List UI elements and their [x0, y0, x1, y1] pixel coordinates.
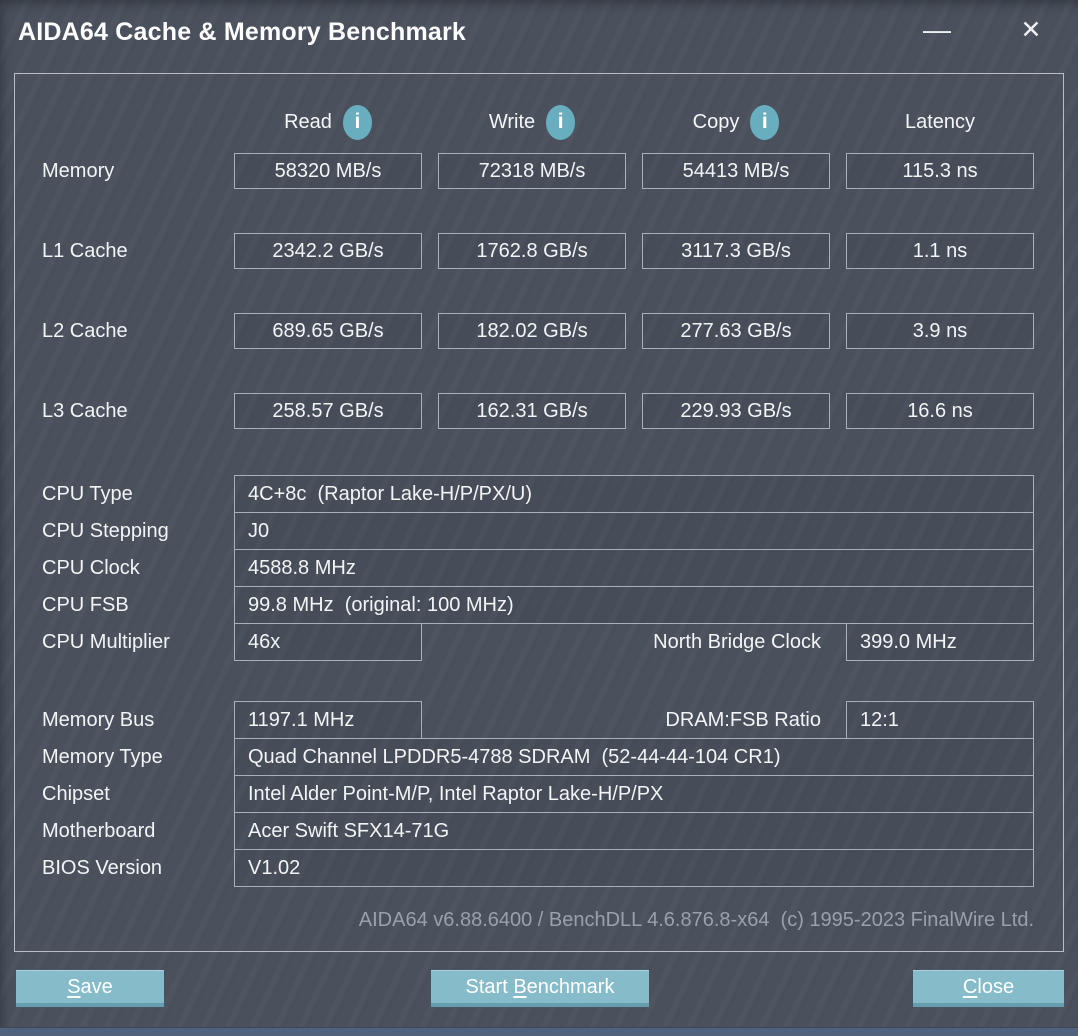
info-icon[interactable]: i — [750, 104, 780, 140]
value-cpu-fsb: 99.8 MHz (original: 100 MHz) — [234, 586, 1034, 624]
column-header-copy: Copy i — [642, 103, 830, 141]
column-header-latency-label: Latency — [904, 110, 976, 133]
column-header-read: Read i — [234, 103, 422, 141]
close-dialog-button[interactable]: Close — [913, 970, 1064, 1007]
save-button[interactable]: Save — [16, 970, 164, 1007]
close-label-key: C — [962, 975, 978, 998]
minimize-button[interactable]: — — [913, 8, 961, 52]
value-l3-write: 162.31 GB/s — [438, 393, 626, 429]
value-l3-latency: 16.6 ns — [846, 393, 1034, 429]
start-label-post: enchmark — [526, 975, 615, 998]
value-memory-type: Quad Channel LPDDR5-4788 SDRAM (52-44-44… — [234, 738, 1034, 776]
window-bottom-edge — [0, 1027, 1078, 1036]
row-label-chipset: Chipset — [42, 783, 110, 805]
column-header-write-label: Write — [488, 110, 536, 133]
row-label-l1-cache: L1 Cache — [42, 240, 128, 262]
column-header-latency: Latency — [846, 103, 1034, 141]
results-panel: Read i Write i Copy i Latency Memory 583… — [14, 73, 1064, 952]
value-memory-read: 58320 MB/s — [234, 153, 422, 189]
label-dram-fsb-ratio: DRAM:FSB Ratio — [665, 709, 821, 731]
row-label-l3-cache: L3 Cache — [42, 400, 128, 422]
value-l3-read: 258.57 GB/s — [234, 393, 422, 429]
row-label-cpu-clock: CPU Clock — [42, 557, 140, 579]
save-label-key: S — [67, 975, 81, 998]
value-l2-write: 182.02 GB/s — [438, 313, 626, 349]
value-memory-latency: 115.3 ns — [846, 153, 1034, 189]
minimize-icon: — — [923, 14, 951, 45]
value-l2-read: 689.65 GB/s — [234, 313, 422, 349]
value-motherboard: Acer Swift SFX14-71G — [234, 812, 1034, 850]
value-cpu-type: 4C+8c (Raptor Lake-H/P/PX/U) — [234, 475, 1034, 513]
version-credits: AIDA64 v6.88.6400 / BenchDLL 4.6.876.8-x… — [358, 909, 1034, 931]
value-l1-read: 2342.2 GB/s — [234, 233, 422, 269]
value-cpu-stepping: J0 — [234, 512, 1034, 550]
column-header-read-label: Read — [284, 110, 332, 133]
close-button[interactable]: ✕ — [1007, 8, 1055, 52]
close-label-post: lose — [977, 975, 1015, 998]
row-label-bios-version: BIOS Version — [42, 857, 163, 879]
info-icon[interactable]: i — [342, 104, 372, 140]
value-l2-copy: 277.63 GB/s — [642, 313, 830, 349]
titlebar: AIDA64 Cache & Memory Benchmark — ✕ — [0, 0, 1078, 66]
row-label-cpu-stepping: CPU Stepping — [42, 520, 169, 542]
column-header-write: Write i — [438, 103, 626, 141]
start-benchmark-button[interactable]: Start Benchmark — [431, 970, 649, 1007]
row-label-memory-bus: Memory Bus — [42, 709, 155, 731]
save-label-post: ave — [80, 975, 113, 998]
start-label-key: B — [513, 975, 527, 998]
value-l2-latency: 3.9 ns — [846, 313, 1034, 349]
value-l1-latency: 1.1 ns — [846, 233, 1034, 269]
close-icon: ✕ — [1020, 16, 1042, 44]
benchmark-window: AIDA64 Cache & Memory Benchmark — ✕ Read… — [0, 0, 1078, 1036]
info-icon[interactable]: i — [546, 104, 576, 140]
row-label-memory-type: Memory Type — [42, 746, 163, 768]
value-cpu-clock: 4588.8 MHz — [234, 549, 1034, 587]
row-label-cpu-type: CPU Type — [42, 483, 133, 505]
value-dram-fsb-ratio: 12:1 — [846, 701, 1034, 739]
row-label-cpu-fsb: CPU FSB — [42, 594, 129, 616]
row-label-l2-cache: L2 Cache — [42, 320, 128, 342]
start-label-pre: Start — [465, 975, 514, 998]
value-l1-copy: 3117.3 GB/s — [642, 233, 830, 269]
row-label-cpu-multiplier: CPU Multiplier — [42, 631, 170, 653]
value-memory-write: 72318 MB/s — [438, 153, 626, 189]
label-north-bridge-clock: North Bridge Clock — [653, 631, 821, 653]
row-label-motherboard: Motherboard — [42, 820, 156, 842]
value-memory-copy: 54413 MB/s — [642, 153, 830, 189]
window-title: AIDA64 Cache & Memory Benchmark — [18, 18, 467, 46]
value-bios-version: V1.02 — [234, 849, 1034, 887]
value-chipset: Intel Alder Point-M/P, Intel Raptor Lake… — [234, 775, 1034, 813]
value-l3-copy: 229.93 GB/s — [642, 393, 830, 429]
value-l1-write: 1762.8 GB/s — [438, 233, 626, 269]
row-label-memory: Memory — [42, 160, 115, 182]
value-north-bridge-clock: 399.0 MHz — [846, 623, 1034, 661]
column-header-copy-label: Copy — [692, 110, 740, 133]
